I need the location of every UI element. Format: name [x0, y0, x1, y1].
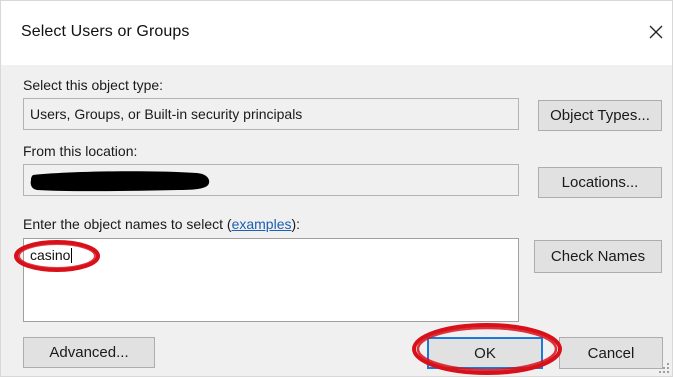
- text-caret: [71, 248, 73, 263]
- check-names-button[interactable]: Check Names: [534, 240, 662, 273]
- object-types-button[interactable]: Object Types...: [538, 100, 662, 131]
- object-type-field: Users, Groups, or Built-in security prin…: [23, 98, 519, 130]
- advanced-button[interactable]: Advanced...: [23, 337, 155, 368]
- ok-button-label: OK: [474, 344, 496, 362]
- close-icon: [648, 24, 664, 40]
- check-names-button-label: Check Names: [550, 248, 646, 265]
- object-names-input[interactable]: casino: [23, 238, 519, 322]
- close-button[interactable]: [641, 17, 671, 47]
- object-names-label-suffix: ):: [291, 216, 301, 232]
- object-types-button-label: Object Types...: [550, 107, 650, 124]
- locations-button-label: Locations...: [561, 174, 639, 191]
- object-type-value: Users, Groups, or Built-in security prin…: [30, 106, 303, 122]
- resize-grip-icon[interactable]: [658, 362, 670, 374]
- object-names-label: Enter the object names to select (exampl…: [23, 216, 300, 232]
- title-bar: Select Users or Groups: [1, 1, 672, 65]
- redaction-mark: [30, 171, 210, 192]
- object-names-label-prefix: Enter the object names to select (: [23, 216, 232, 232]
- cancel-button-label: Cancel: [587, 344, 635, 362]
- dialog-title: Select Users or Groups: [21, 23, 190, 40]
- select-users-or-groups-dialog: Select Users or Groups Select this objec…: [0, 0, 673, 377]
- object-names-value: casino: [30, 247, 71, 263]
- locations-button[interactable]: Locations...: [538, 167, 662, 198]
- cancel-button[interactable]: Cancel: [559, 337, 663, 369]
- object-type-label: Select this object type:: [23, 77, 164, 93]
- location-label: From this location:: [23, 143, 138, 159]
- ok-button[interactable]: OK: [427, 337, 543, 369]
- examples-link[interactable]: examples: [232, 216, 292, 232]
- advanced-button-label: Advanced...: [49, 344, 129, 361]
